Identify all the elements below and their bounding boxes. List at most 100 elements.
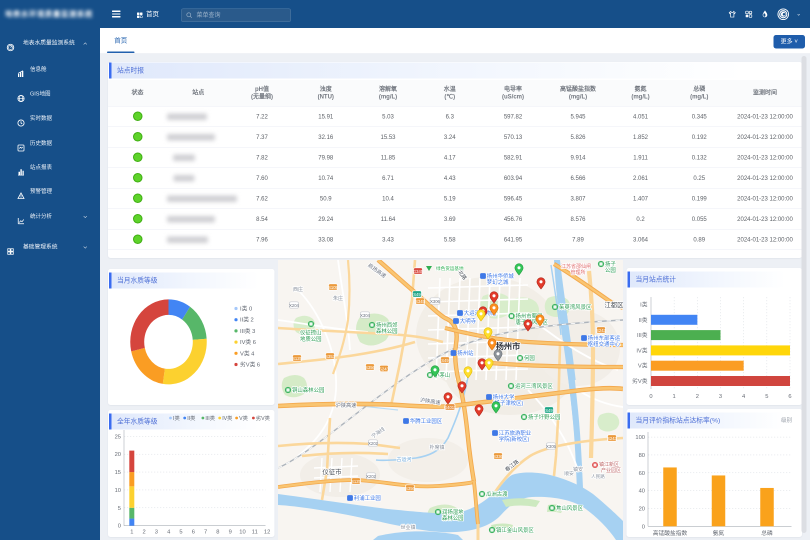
svg-text:V类: V类 (239, 414, 249, 422)
svg-text:西庄: 西庄 (293, 286, 303, 293)
svg-text:I类: I类 (640, 301, 648, 309)
svg-text:II类 2: II类 2 (240, 316, 254, 324)
svg-text:森林公园: 森林公园 (442, 514, 464, 522)
svg-text:S125: S125 (292, 356, 302, 361)
svg-text:森林公园: 森林公园 (376, 327, 398, 335)
svg-text:I类 0: I类 0 (240, 305, 252, 313)
svg-text:S125: S125 (351, 479, 361, 484)
svg-text:10: 10 (239, 530, 245, 536)
svg-text:11: 11 (252, 530, 258, 536)
svg-text:地质公园: 地质公园 (300, 335, 322, 343)
svg-text:S243: S243 (379, 366, 389, 371)
svg-text:X306: X306 (430, 299, 440, 304)
svg-text:IV类: IV类 (636, 346, 647, 354)
svg-text:S345: S345 (415, 299, 425, 304)
svg-text:江苏旅游职业: 江苏旅游职业 (499, 429, 532, 437)
svg-text:产业园区: 产业园区 (601, 467, 621, 474)
svg-text:仪征市: 仪征市 (322, 467, 342, 476)
svg-text:劣V类: 劣V类 (256, 414, 271, 422)
svg-text:40: 40 (639, 489, 645, 495)
svg-text:镇江新区: 镇江新区 (599, 461, 619, 468)
svg-text:III类 3: III类 3 (240, 327, 255, 335)
svg-text:仪征捺山: 仪征捺山 (300, 329, 322, 337)
svg-text:扬州华侨城: 扬州华侨城 (487, 272, 515, 280)
svg-text:5: 5 (179, 530, 182, 536)
svg-text:利浦工业园: 利浦工业园 (354, 494, 381, 502)
svg-text:瓜洲古渡: 瓜洲古渡 (486, 490, 508, 498)
svg-text:S243: S243 (596, 328, 606, 333)
svg-text:II类: II类 (639, 316, 648, 324)
svg-text:25: 25 (115, 434, 121, 440)
svg-text:S49: S49 (413, 292, 421, 297)
svg-text:江都区: 江都区 (604, 301, 623, 309)
svg-text:5: 5 (118, 506, 121, 512)
svg-text:3: 3 (719, 394, 722, 400)
svg-text:公园: 公园 (605, 267, 616, 274)
svg-text:S353: S353 (325, 354, 335, 359)
svg-text:I类: I类 (173, 414, 180, 422)
svg-text:2: 2 (696, 394, 699, 400)
svg-text:S243: S243 (607, 436, 617, 441)
svg-text:60: 60 (639, 471, 645, 477)
svg-text:大明寺: 大明寺 (460, 317, 477, 325)
svg-text:朱庄: 朱庄 (333, 295, 343, 302)
svg-text:S356: S356 (365, 365, 375, 370)
svg-text:V类 4: V类 4 (240, 349, 255, 357)
svg-text:G4011: G4011 (444, 405, 457, 410)
svg-text:80: 80 (639, 453, 645, 459)
svg-text:S105: S105 (328, 285, 338, 290)
svg-text:管理所: 管理所 (570, 269, 585, 276)
svg-text:12: 12 (264, 530, 270, 536)
svg-text:镇安: 镇安 (573, 466, 583, 473)
svg-text:7: 7 (204, 530, 207, 536)
svg-text:S49: S49 (441, 358, 449, 363)
svg-text:X304: X304 (360, 313, 370, 318)
svg-text:X202: X202 (366, 474, 376, 479)
svg-text:氨氮: 氨氮 (713, 529, 725, 537)
svg-text:100: 100 (635, 435, 645, 441)
svg-text:5: 5 (765, 394, 768, 400)
svg-text:G345: G345 (413, 269, 424, 274)
svg-text:S356: S356 (405, 486, 415, 491)
svg-text:枢纽交通中心: 枢纽交通中心 (588, 340, 621, 348)
svg-text:II类: II类 (187, 414, 196, 422)
svg-text:梦幻之城: 梦幻之城 (487, 278, 509, 286)
svg-text:10: 10 (115, 488, 121, 494)
svg-text:1: 1 (673, 394, 676, 400)
svg-text:扬子圩野公园: 扬子圩野公园 (528, 413, 560, 421)
svg-text:IV类 6: IV类 6 (240, 338, 256, 346)
svg-text:铜山森林公园: 铜山森林公园 (292, 386, 324, 394)
svg-text:人民路: 人民路 (591, 473, 605, 480)
svg-text:2: 2 (142, 530, 145, 536)
svg-text:茱萸湾风景区: 茱萸湾风景区 (559, 303, 592, 311)
svg-text:V类: V类 (638, 362, 648, 370)
svg-text:X202: X202 (368, 441, 378, 446)
svg-text:扬州站: 扬州站 (457, 349, 474, 357)
svg-text:III类: III类 (637, 331, 648, 339)
svg-text:S49: S49 (545, 408, 553, 413)
svg-text:15: 15 (115, 470, 121, 476)
svg-text:镇江金山风景区: 镇江金山风景区 (496, 526, 534, 534)
svg-text:1: 1 (130, 530, 133, 536)
svg-text:4: 4 (742, 394, 746, 400)
svg-text:20: 20 (639, 506, 645, 512)
svg-text:世业镇: 世业镇 (400, 524, 415, 531)
svg-text:扬子: 扬子 (605, 260, 616, 268)
svg-text:江苏省邵仙闸: 江苏省邵仙闸 (561, 263, 591, 270)
svg-text:0: 0 (649, 394, 652, 400)
svg-text:扬州大学: 扬州大学 (493, 393, 515, 401)
svg-text:焦山风景区: 焦山风景区 (556, 504, 584, 512)
svg-text:古运河: 古运河 (396, 456, 411, 463)
svg-text:0: 0 (118, 524, 121, 530)
svg-text:X204: X204 (289, 303, 299, 308)
svg-text:沪陕高速: 沪陕高速 (336, 401, 357, 409)
svg-text:6: 6 (788, 394, 791, 400)
svg-text:何园: 何园 (524, 354, 535, 362)
svg-text:高锰酸盐指数: 高锰酸盐指数 (653, 529, 688, 537)
svg-text:IV类: IV类 (222, 414, 233, 422)
svg-text:朴席镇: 朴席镇 (429, 444, 444, 451)
svg-text:X305: X305 (546, 444, 556, 449)
svg-text:6: 6 (192, 530, 195, 536)
svg-text:S336: S336 (493, 454, 503, 459)
svg-text:华腾工业园区: 华腾工业园区 (410, 417, 443, 425)
